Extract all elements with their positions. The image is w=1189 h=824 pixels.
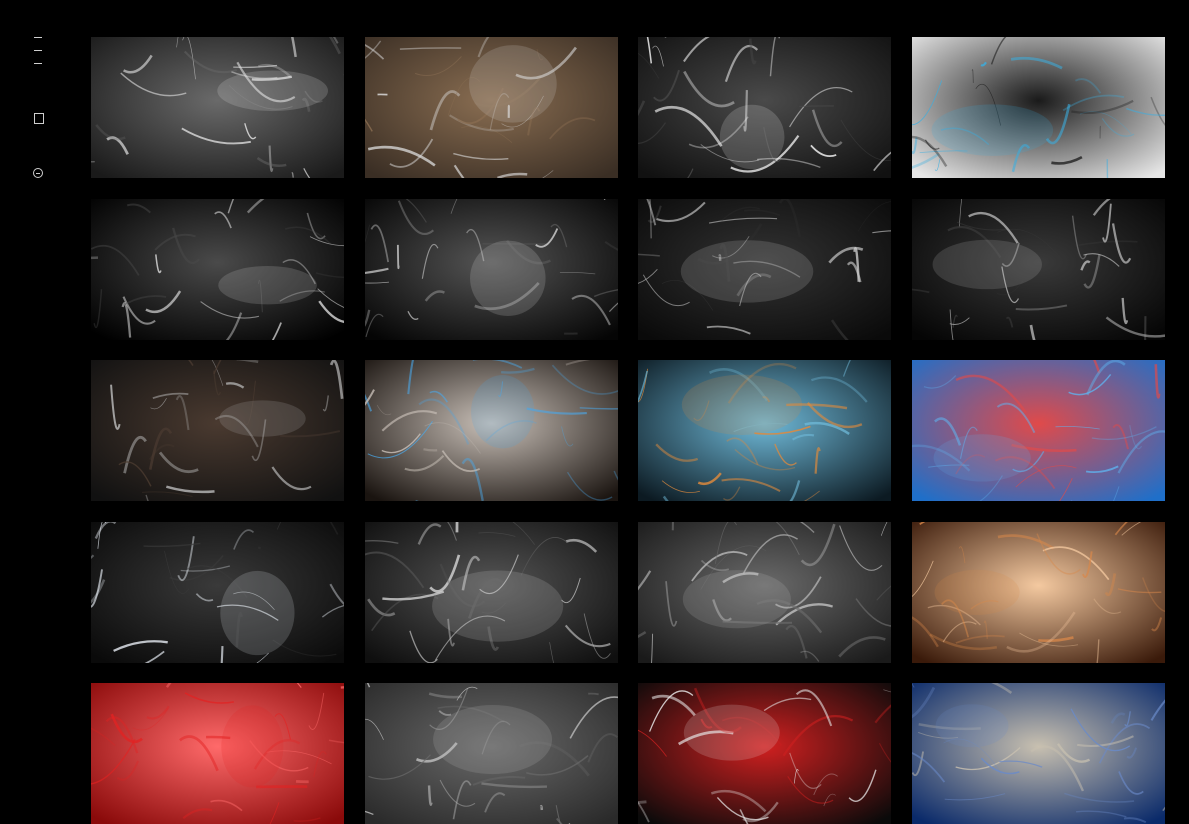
- gallery-tile[interactable]: [638, 199, 891, 340]
- project-thumbnail: [365, 683, 618, 824]
- project-thumbnail: [912, 360, 1165, 501]
- gallery-tile[interactable]: [912, 199, 1165, 340]
- gallery-tile[interactable]: [638, 683, 891, 824]
- project-thumbnail: [912, 522, 1165, 663]
- circle-minus-icon: [33, 168, 43, 178]
- gallery-tile[interactable]: [912, 683, 1165, 824]
- project-thumbnail: [365, 522, 618, 663]
- gallery-tile[interactable]: [365, 199, 618, 340]
- gallery-tile[interactable]: [638, 360, 891, 501]
- project-thumbnail: [91, 522, 344, 663]
- gallery-tile[interactable]: [91, 199, 344, 340]
- square-view-button[interactable]: [26, 106, 50, 130]
- gallery-tile[interactable]: [638, 522, 891, 663]
- project-thumbnail: [638, 522, 891, 663]
- project-thumbnail: [91, 199, 344, 340]
- gallery-tile[interactable]: [365, 360, 618, 501]
- circle-minus-button[interactable]: [26, 161, 50, 185]
- gallery-tile[interactable]: [91, 37, 344, 178]
- gallery-tile[interactable]: [91, 360, 344, 501]
- menu-button[interactable]: [26, 32, 50, 72]
- project-thumbnail: [912, 683, 1165, 824]
- gallery-tile[interactable]: [638, 37, 891, 178]
- project-thumbnail: [91, 683, 344, 824]
- gallery-tile[interactable]: [365, 37, 618, 178]
- project-thumbnail: [91, 37, 344, 178]
- project-thumbnail: [365, 199, 618, 340]
- project-thumbnail: [638, 199, 891, 340]
- project-thumbnail: [912, 37, 1165, 178]
- gallery-tile[interactable]: [365, 522, 618, 663]
- gallery-tile[interactable]: [912, 360, 1165, 501]
- project-thumbnail: [365, 360, 618, 501]
- gallery-tile[interactable]: [91, 683, 344, 824]
- project-thumbnail: [638, 360, 891, 501]
- project-thumbnail: [365, 37, 618, 178]
- gallery-tile[interactable]: [912, 37, 1165, 178]
- gallery-tile[interactable]: [912, 522, 1165, 663]
- project-thumbnail: [91, 360, 344, 501]
- project-thumbnail: [638, 37, 891, 178]
- sidebar: [0, 0, 78, 741]
- gallery-tile[interactable]: [365, 683, 618, 824]
- project-thumbnail: [638, 683, 891, 824]
- project-thumbnail: [912, 199, 1165, 340]
- square-icon: [34, 113, 44, 124]
- gallery-tile[interactable]: [91, 522, 344, 663]
